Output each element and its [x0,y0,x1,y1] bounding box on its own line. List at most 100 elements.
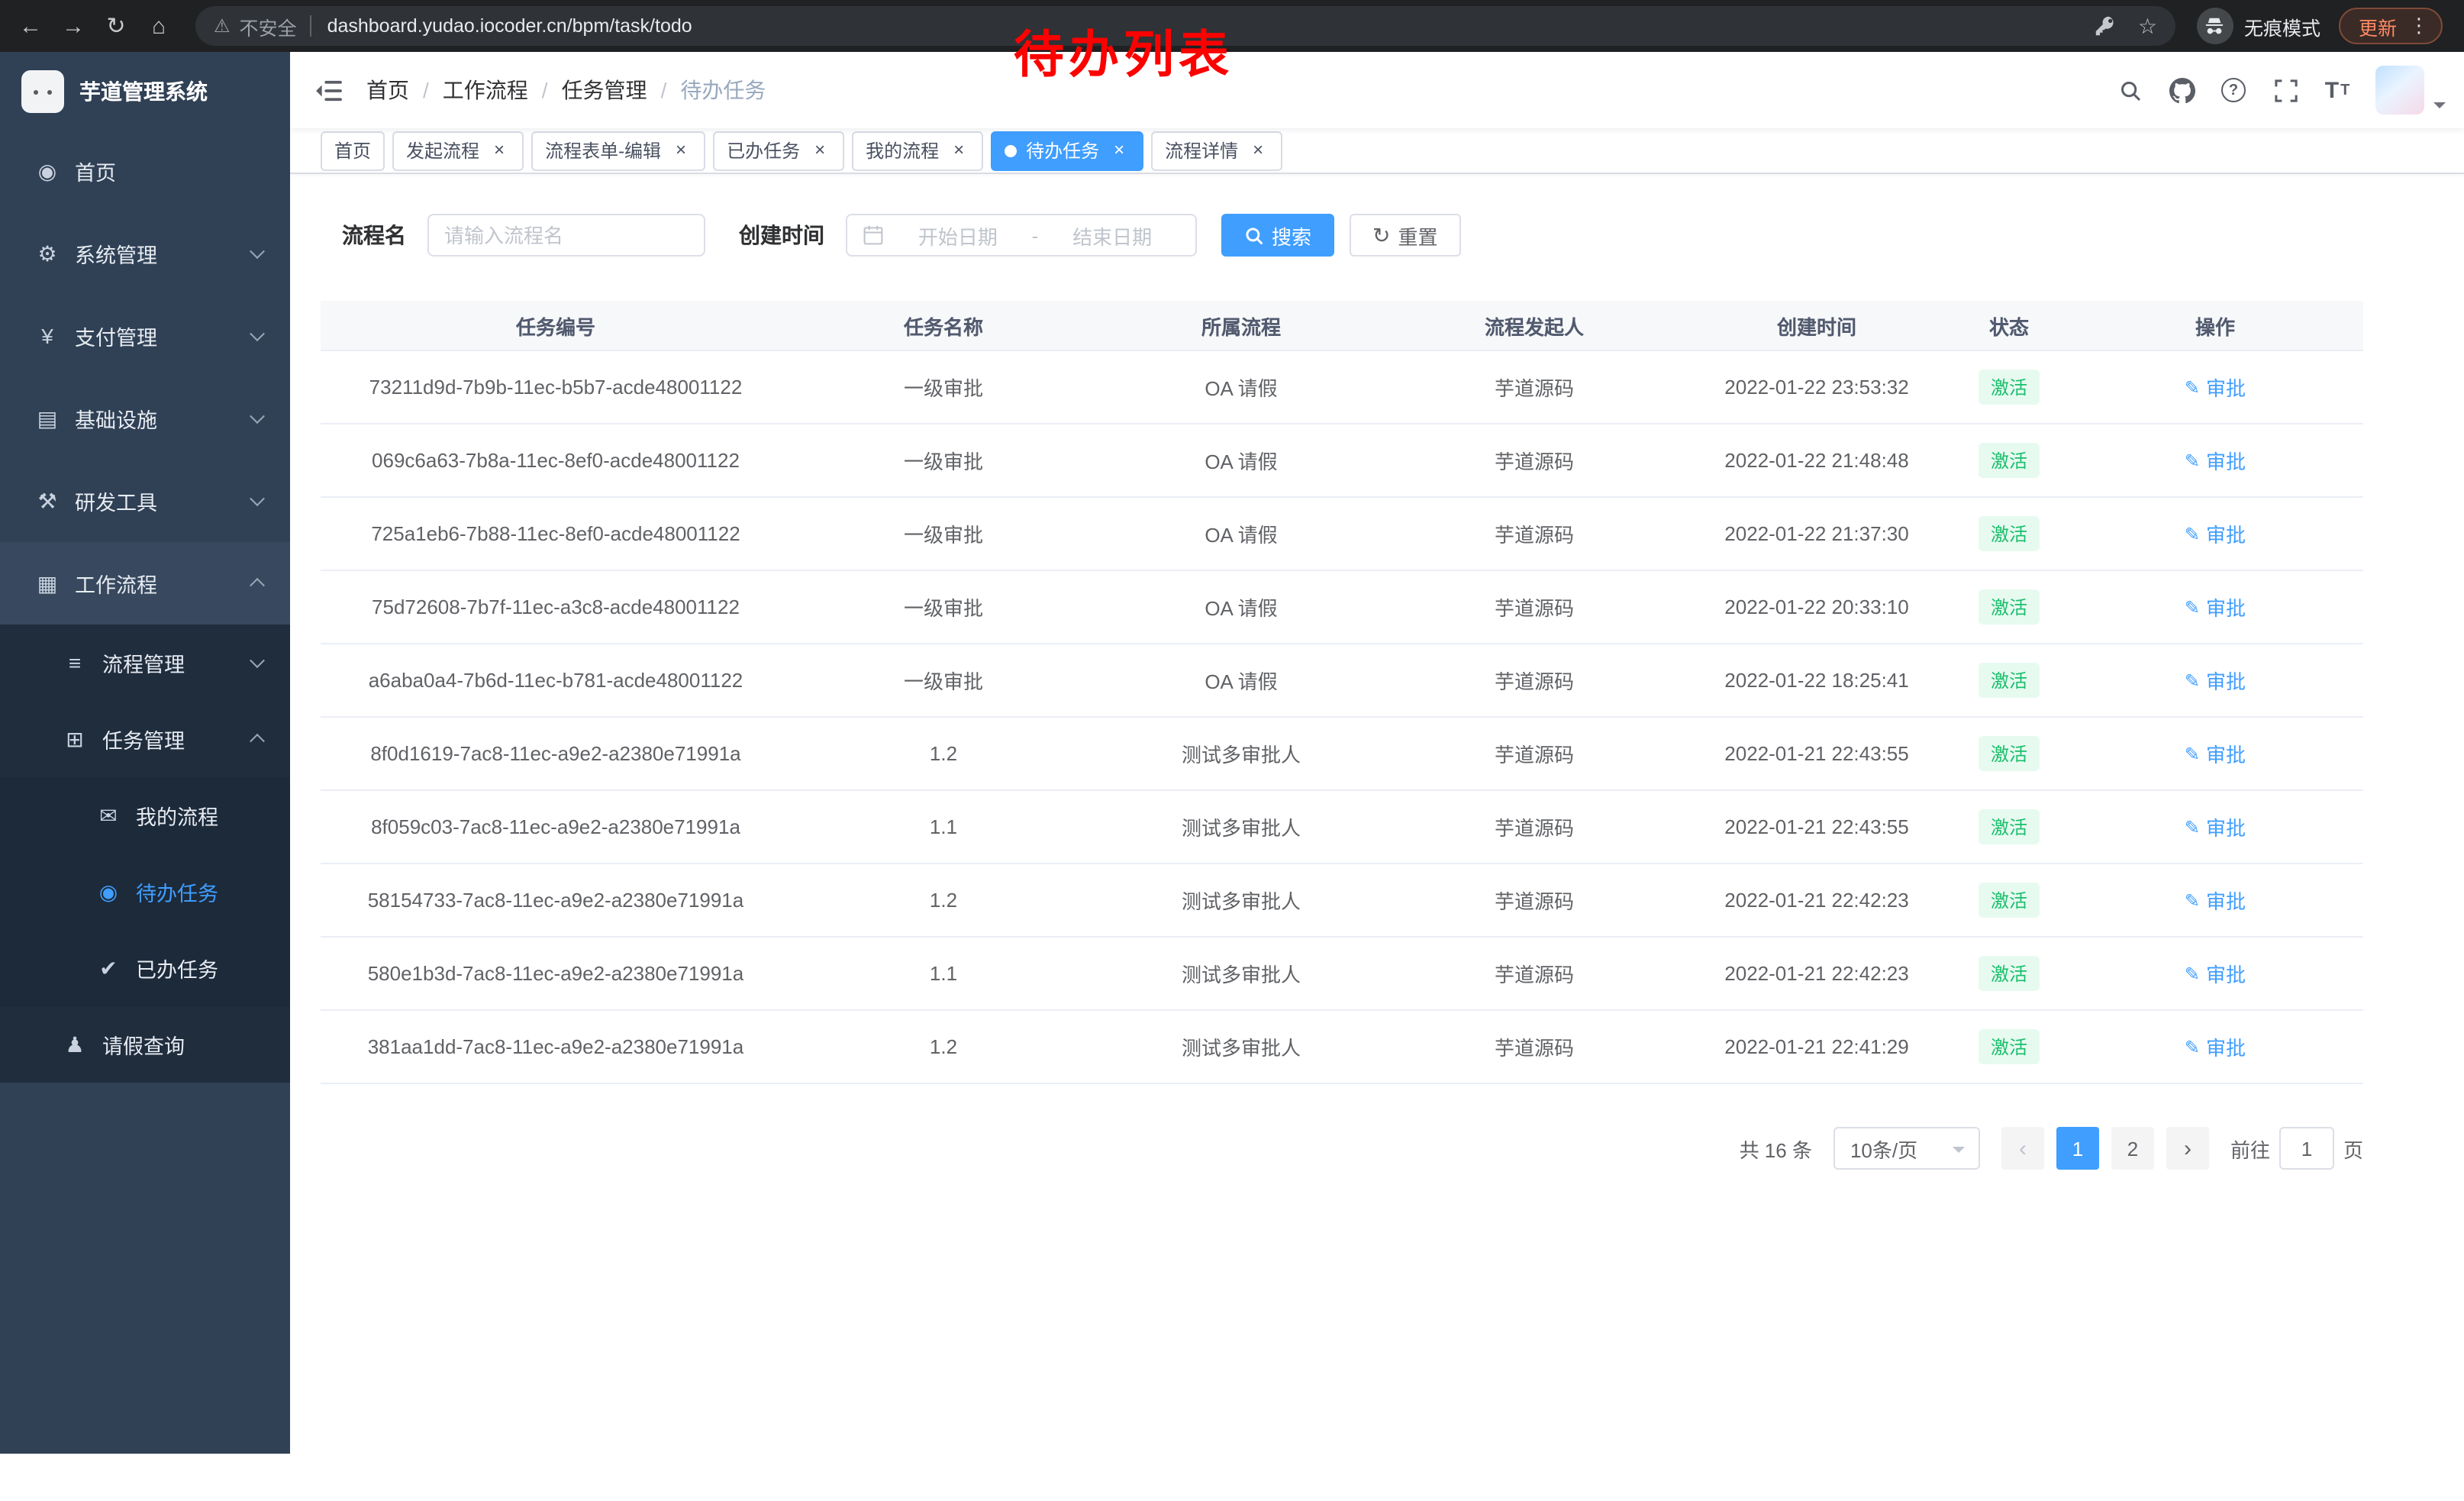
page-size-value: 10条/页 [1850,1134,1917,1163]
omnibox-divider [311,15,312,37]
sidebar-logo[interactable]: 芋道管理系统 [0,52,290,130]
cell-create-time: 2022-01-21 22:43:55 [1682,791,1951,863]
cell-starter: 芋道源码 [1386,571,1682,643]
approve-link[interactable]: ✎ 审批 [2185,1032,2246,1061]
process-name-input[interactable] [427,214,705,257]
status-badge: 激活 [1979,956,2040,991]
breadcrumb-item[interactable]: 工作流程 [409,75,528,105]
tab-item[interactable]: 已办任务 × [713,131,844,170]
tab-item[interactable]: 流程表单-编辑 × [531,131,705,170]
sidebar-item[interactable]: ⚒ 研发工具 [0,460,290,542]
date-separator: - [1032,224,1039,247]
sidebar-item[interactable]: ≡ 流程管理 [0,625,290,701]
sidebar-item[interactable]: ▦ 工作流程 [0,542,290,625]
reset-button[interactable]: ↻ 重置 [1350,214,1461,257]
approve-link[interactable]: ✎ 审批 [2185,592,2246,621]
tab-item[interactable]: 我的流程 × [852,131,983,170]
sidebar-item[interactable]: ▤ 基础设施 [0,377,290,460]
approve-link[interactable]: ✎ 审批 [2185,666,2246,695]
sidebar: 芋道管理系统 ◉ 首页 ⚙ 系统管理 ¥ 支付管理 [0,52,290,1454]
goto-page-input[interactable] [2279,1127,2334,1170]
approve-link[interactable]: ✎ 审批 [2185,739,2246,768]
cell-task-name: 1.2 [791,864,1096,936]
approve-link[interactable]: ✎ 审批 [2185,959,2246,988]
sidebar-item[interactable]: ◉ 首页 [0,130,290,212]
filter-bar: 流程名 创建时间 开始日期 - 结束日期 搜索 ↻ 重置 [342,214,1461,257]
search-icon[interactable] [2104,52,2156,128]
font-size-icon[interactable]: TT [2311,52,2363,128]
task-manage-icon: ⊞ [61,726,89,752]
home-icon[interactable]: ⌂ [137,5,180,47]
cell-create-time: 2022-01-21 22:42:23 [1682,864,1951,936]
tab-item[interactable]: 待办任务 × [991,131,1143,170]
cell-process: OA 请假 [1096,498,1386,570]
help-icon[interactable]: ? [2208,52,2259,128]
approve-link[interactable]: ✎ 审批 [2185,886,2246,915]
total-count: 共 16 条 [1740,1134,1812,1163]
cell-task-id: 8f059c03-7ac8-11ec-a9e2-a2380e71991a [321,791,791,863]
date-range-picker[interactable]: 开始日期 - 结束日期 [846,214,1197,257]
update-label: 更新 [2359,11,2397,40]
breadcrumb-item[interactable]: 待办任务 [647,75,766,105]
tab-item[interactable]: 首页 × [321,131,385,170]
forward-icon[interactable]: → [52,5,95,47]
leave-query-icon: ♟ [61,1031,89,1057]
close-icon[interactable]: × [670,140,692,161]
search-button-label: 搜索 [1272,221,1311,250]
approve-link[interactable]: ✎ 审批 [2185,812,2246,841]
close-icon[interactable]: × [1108,140,1130,161]
cell-create-time: 2022-01-21 22:42:23 [1682,938,1951,1009]
cell-process: 测试多审批人 [1096,864,1386,936]
sidebar-item[interactable]: ♟ 请假查询 [0,1006,290,1083]
browser-chrome: ← → ↻ ⌂ ⚠ 不安全 dashboard.yudao.iocoder.cn… [0,0,2464,52]
close-icon[interactable]: × [948,140,969,161]
prev-page-button[interactable]: ‹ [2001,1127,2044,1170]
page-size-select[interactable]: 10条/页 [1833,1127,1980,1170]
close-icon[interactable]: × [1247,140,1269,161]
github-icon[interactable] [2156,52,2208,128]
approve-link[interactable]: ✎ 审批 [2185,373,2246,402]
tab-label: 已办任务 [727,137,800,163]
page-button[interactable]: 2 [2111,1127,2154,1170]
cell-process: OA 请假 [1096,571,1386,643]
cell-process: 测试多审批人 [1096,938,1386,1009]
sidebar-item-label: 已办任务 [136,953,218,983]
breadcrumb-item[interactable]: 任务管理 [528,75,647,105]
avatar[interactable] [2375,66,2424,115]
sidebar-item[interactable]: ✉ 我的流程 [0,777,290,854]
sidebar-menu: ◉ 首页 ⚙ 系统管理 ¥ 支付管理 ▤ 基 [0,130,290,1083]
sidebar-item[interactable]: ¥ 支付管理 [0,295,290,377]
sidebar-item[interactable]: ⊞ 任务管理 [0,701,290,777]
sidebar-item[interactable]: ✔ 已办任务 [0,930,290,1006]
sidebar-item-label: 系统管理 [75,238,157,269]
sidebar-item[interactable]: ⚙ 系统管理 [0,212,290,295]
page-button[interactable]: 1 [2056,1127,2099,1170]
next-page-button[interactable]: › [2166,1127,2209,1170]
tab-item[interactable]: 发起流程 × [392,131,524,170]
fullscreen-icon[interactable] [2259,52,2311,128]
password-key-icon[interactable] [2095,15,2117,37]
edit-icon: ✎ [2185,1036,2200,1057]
cell-create-time: 2022-01-22 20:33:10 [1682,571,1951,643]
breadcrumb-item[interactable]: 首页 [366,75,409,105]
sidebar-toggle-icon[interactable] [290,52,366,128]
browser-menu-icon[interactable]: ⋮ [2409,14,2429,38]
cell-create-time: 2022-01-21 22:43:55 [1682,718,1951,789]
close-icon[interactable]: × [489,140,510,161]
back-icon[interactable]: ← [9,5,52,47]
tab-item[interactable]: 流程详情 × [1151,131,1282,170]
bookmark-star-icon[interactable]: ☆ [2138,13,2157,39]
search-button[interactable]: 搜索 [1221,214,1334,257]
reload-icon[interactable]: ↻ [95,5,137,47]
approve-link[interactable]: ✎ 审批 [2185,519,2246,548]
user-menu[interactable] [2375,66,2446,115]
approve-link-label: 审批 [2206,1032,2246,1061]
sidebar-item-label: 研发工具 [75,486,157,516]
update-button[interactable]: 更新 ⋮ [2339,8,2443,44]
address-bar[interactable]: ⚠ 不安全 dashboard.yudao.iocoder.cn/bpm/tas… [195,6,2175,46]
approve-link[interactable]: ✎ 审批 [2185,446,2246,475]
cell-task-name: 一级审批 [791,424,1096,496]
sidebar-item[interactable]: ◉ 待办任务 [0,854,290,930]
close-icon[interactable]: × [809,140,830,161]
devtools-icon: ⚒ [34,488,61,514]
